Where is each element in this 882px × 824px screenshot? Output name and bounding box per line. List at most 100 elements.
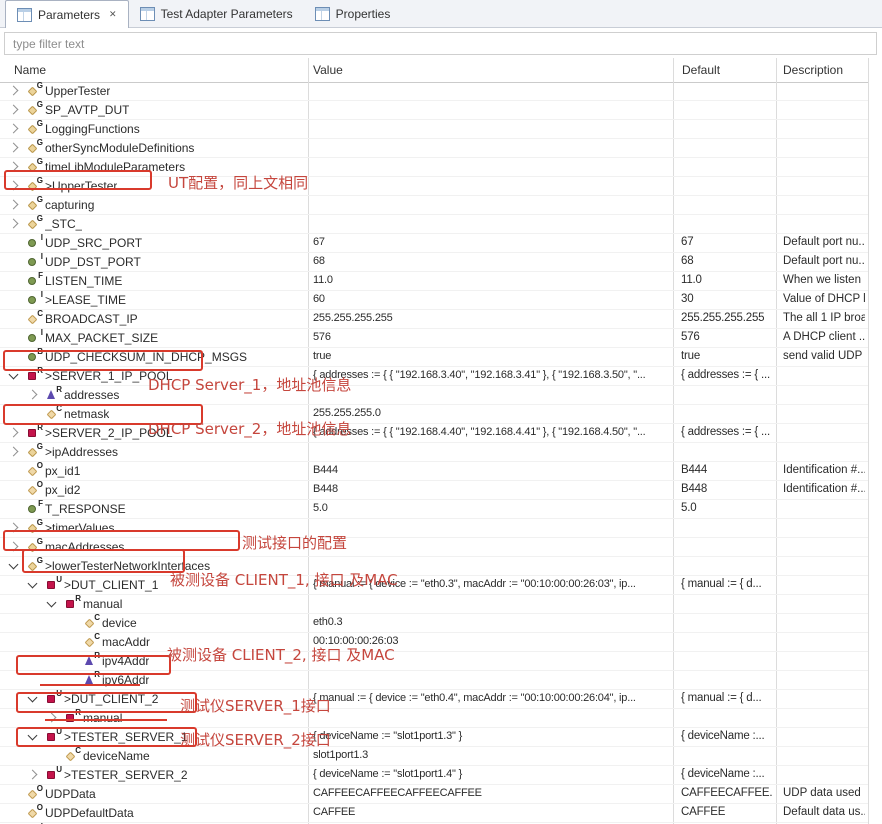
table-row[interactable]: Opx_id2B448B448Identification #...	[0, 481, 868, 500]
chevron-collapsed-icon[interactable]	[9, 523, 19, 533]
table-row[interactable]: OUDPDataCAFFEECAFFEECAFFEECAFFEECAFFEECA…	[0, 785, 868, 804]
group-icon: G	[27, 142, 41, 154]
param-default: true	[681, 350, 773, 362]
table-row[interactable]: GmacAddresses	[0, 538, 868, 557]
param-name: UDP_SRC_PORT	[45, 236, 142, 250]
chevron-collapsed-icon[interactable]	[9, 447, 19, 457]
table-row[interactable]: Opx_id1B444B444Identification #...	[0, 462, 868, 481]
chevron-expanded-icon[interactable]	[9, 560, 19, 570]
integer-icon: I	[27, 332, 41, 344]
param-value: 00:10:00:00:26:03	[313, 635, 669, 647]
table-row[interactable]: CmacAddr00:10:00:00:26:03	[0, 633, 868, 652]
table-row[interactable]: U>TESTER_SERVER_2{ deviceName := "slot1p…	[0, 766, 868, 785]
chevron-collapsed-icon[interactable]	[9, 428, 19, 438]
table-row[interactable]: Ripv6Addr	[0, 671, 868, 690]
tab-test-adapter-parameters[interactable]: Test Adapter Parameters	[129, 0, 304, 27]
param-description: Default data us...	[783, 806, 865, 818]
table-row[interactable]: I>LEASE_TIME6030Value of DHCP l...	[0, 291, 868, 310]
param-name: >SERVER_2_IP_POOL	[45, 426, 173, 440]
chevron-expanded-icon[interactable]	[28, 579, 38, 589]
table-row[interactable]: G>timerValues	[0, 519, 868, 538]
table-header: Name Value Default Description	[0, 58, 868, 83]
table-row[interactable]: U>DUT_CLIENT_2{ manual := { device := "e…	[0, 690, 868, 709]
table-row[interactable]: Gcapturing	[0, 196, 868, 215]
group-icon: G	[27, 123, 41, 135]
table-row[interactable]: GUpperTester	[0, 82, 868, 101]
close-icon[interactable]: ✕	[109, 9, 117, 20]
table-row[interactable]: CdeviceNameslot1port1.3	[0, 747, 868, 766]
column-divider[interactable]	[868, 58, 869, 824]
chevron-collapsed-icon[interactable]	[9, 219, 19, 229]
param-value: eth0.3	[313, 616, 669, 628]
column-header-description[interactable]: Description	[783, 63, 843, 77]
chevron-expanded-icon[interactable]	[9, 370, 19, 380]
chevron-expanded-icon[interactable]	[28, 693, 38, 703]
param-default: { deviceName :...	[681, 730, 773, 742]
table-row[interactable]: GSP_AVTP_DUT	[0, 101, 868, 120]
column-header-value[interactable]: Value	[313, 63, 343, 77]
filter-input[interactable]	[4, 32, 877, 55]
param-default: CAFFEE	[681, 806, 773, 818]
octetstring-icon: O	[27, 465, 41, 477]
table-row[interactable]: Cnetmask255.255.255.0	[0, 405, 868, 424]
chevron-collapsed-icon[interactable]	[28, 770, 38, 780]
tab-properties[interactable]: Properties	[304, 0, 402, 27]
table-row[interactable]: Raddresses	[0, 386, 868, 405]
table-row[interactable]: OUDPDefaultDataCAFFEECAFFEEDefault data …	[0, 804, 868, 823]
table-row[interactable]: BUDP_CHECKSUM_IN_DHCP_MSGStruetruesend v…	[0, 348, 868, 367]
table-row[interactable]: GotherSyncModuleDefinitions	[0, 139, 868, 158]
table-row[interactable]: R>SERVER_2_IP_POOL{ addresses := { { "19…	[0, 424, 868, 443]
param-description: UDP data used ...	[783, 787, 865, 799]
charstring-icon: C	[65, 750, 79, 762]
param-value: slot1port1.3	[313, 749, 669, 761]
table-row[interactable]: Rmanual	[0, 709, 868, 728]
table-row[interactable]: Ripv4Addr	[0, 652, 868, 671]
record-icon: R	[27, 427, 41, 439]
param-default: 30	[681, 293, 773, 305]
param-name: >ipAddresses	[45, 445, 118, 459]
chevron-collapsed-icon[interactable]	[9, 200, 19, 210]
chevron-collapsed-icon[interactable]	[9, 143, 19, 153]
param-name: px_id1	[45, 464, 80, 478]
table-row[interactable]: U>DUT_CLIENT_1{ manual := { device := "e…	[0, 576, 868, 595]
param-default: { addresses := { ...	[681, 426, 773, 438]
table-row[interactable]: Rmanual	[0, 595, 868, 614]
table-row[interactable]: R>SERVER_1_IP_POOL{ addresses := { { "19…	[0, 367, 868, 386]
table-row[interactable]: Cdeviceeth0.3	[0, 614, 868, 633]
chevron-collapsed-icon[interactable]	[9, 124, 19, 134]
table-row[interactable]: CBROADCAST_IP255.255.255.255255.255.255.…	[0, 310, 868, 329]
table-row[interactable]: FT_RESPONSE5.05.0	[0, 500, 868, 519]
table-row[interactable]: G>ipAddresses	[0, 443, 868, 462]
table-row[interactable]: GLoggingFunctions	[0, 120, 868, 139]
recordof-icon: R	[46, 389, 60, 401]
tab-parameters[interactable]: Parameters✕	[5, 0, 129, 28]
chevron-expanded-icon[interactable]	[47, 598, 57, 608]
table-row[interactable]: U>TESTER_SERVER_1{ deviceName := "slot1p…	[0, 728, 868, 747]
chevron-expanded-icon[interactable]	[28, 731, 38, 741]
chevron-collapsed-icon[interactable]	[9, 542, 19, 552]
table-row[interactable]: IUDP_DST_PORT6868Default port nu...	[0, 253, 868, 272]
chevron-collapsed-icon[interactable]	[9, 162, 19, 172]
table-row[interactable]: G>lowerTesterNetworkInterfaces	[0, 557, 868, 576]
chevron-collapsed-icon[interactable]	[47, 713, 57, 723]
table-row[interactable]: G>UpperTester	[0, 177, 868, 196]
table-row[interactable]: FLISTEN_TIME11.011.0When we listen ...	[0, 272, 868, 291]
chevron-collapsed-icon[interactable]	[9, 86, 19, 96]
table-row[interactable]: G_STC_	[0, 215, 868, 234]
param-description: Identification #...	[783, 464, 865, 476]
param-description: Default port nu...	[783, 255, 865, 267]
column-header-name[interactable]: Name	[14, 63, 46, 77]
table-row[interactable]: IMAX_PACKET_SIZE576576A DHCP client ...	[0, 329, 868, 348]
group-icon: G	[27, 85, 41, 97]
table-row[interactable]: IUDP_SRC_PORT6767Default port nu...	[0, 234, 868, 253]
chevron-collapsed-icon[interactable]	[9, 105, 19, 115]
column-header-default[interactable]: Default	[682, 63, 720, 77]
param-name: timeLibModuleParameters	[45, 160, 185, 174]
chevron-collapsed-icon[interactable]	[28, 390, 38, 400]
param-default: { deviceName :...	[681, 768, 773, 780]
integer-icon: I	[27, 256, 41, 268]
param-name: >lowerTesterNetworkInterfaces	[45, 559, 210, 573]
table-row[interactable]: GtimeLibModuleParameters	[0, 158, 868, 177]
param-name: >LEASE_TIME	[45, 293, 126, 307]
chevron-collapsed-icon[interactable]	[9, 181, 19, 191]
